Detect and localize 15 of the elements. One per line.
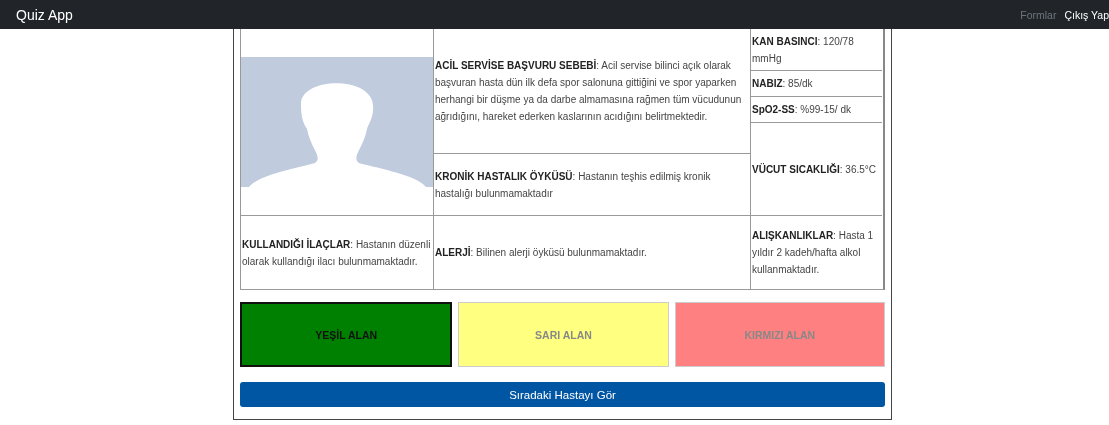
vital-sign-text: KAN BASINCI: 120/78 mmHg xyxy=(751,34,855,66)
vital-sign-text: NABIZ: 85/dk xyxy=(751,70,882,96)
next-patient-button[interactable]: Sıradaki Hastayı Gör xyxy=(240,382,885,407)
avatar-silhouette-icon xyxy=(241,57,434,187)
habits-text: ALIŞKANLIKLAR: Hasta 1 yıldır 2 kadeh/hafta alkol kullanmaktadır. xyxy=(750,215,882,289)
chronic-disease-text: KRONİK HASTALIK ÖYKÜSÜ: Hastanın teşhis edilmiş kronik hastalığı bulunmamaktadır xyxy=(434,153,750,215)
complaint-text: ACİL SERVİSE BAŞVURU SEBEBİ: Acil servise bilinci açık olarak başvuran hasta dün ilk defa spor salonuna gittiğini ve spor yaparken herhangi bir düşme ya da darbe almamasına rağmen tüm vücudunun ağrıdığını, hareket ederken kaslarının acıdığını belirtmektedir. xyxy=(434,58,743,124)
medications-text: KULLANDIĞI İLAÇLAR: Hastanın düzenli olarak kullandığı ilacı bulunmamaktadır. xyxy=(240,215,433,289)
allergy-text: ALERJİ: Bilinen alerji öyküsü bulunmamaktadır. xyxy=(433,215,750,289)
vital-sign-text: VÜCUT SICAKLIĞI: 36.5°C xyxy=(751,122,882,215)
app-brand[interactable]: Quiz App xyxy=(16,6,1013,23)
triage-button[interactable]: YEŞİL ALAN xyxy=(240,302,453,367)
triage-button[interactable]: SARI ALAN xyxy=(458,302,669,367)
vital-sign-text: SpO2-SS: %99-15/ dk xyxy=(751,96,882,122)
nav-link[interactable]: Çıkış Yap xyxy=(1064,8,1109,21)
